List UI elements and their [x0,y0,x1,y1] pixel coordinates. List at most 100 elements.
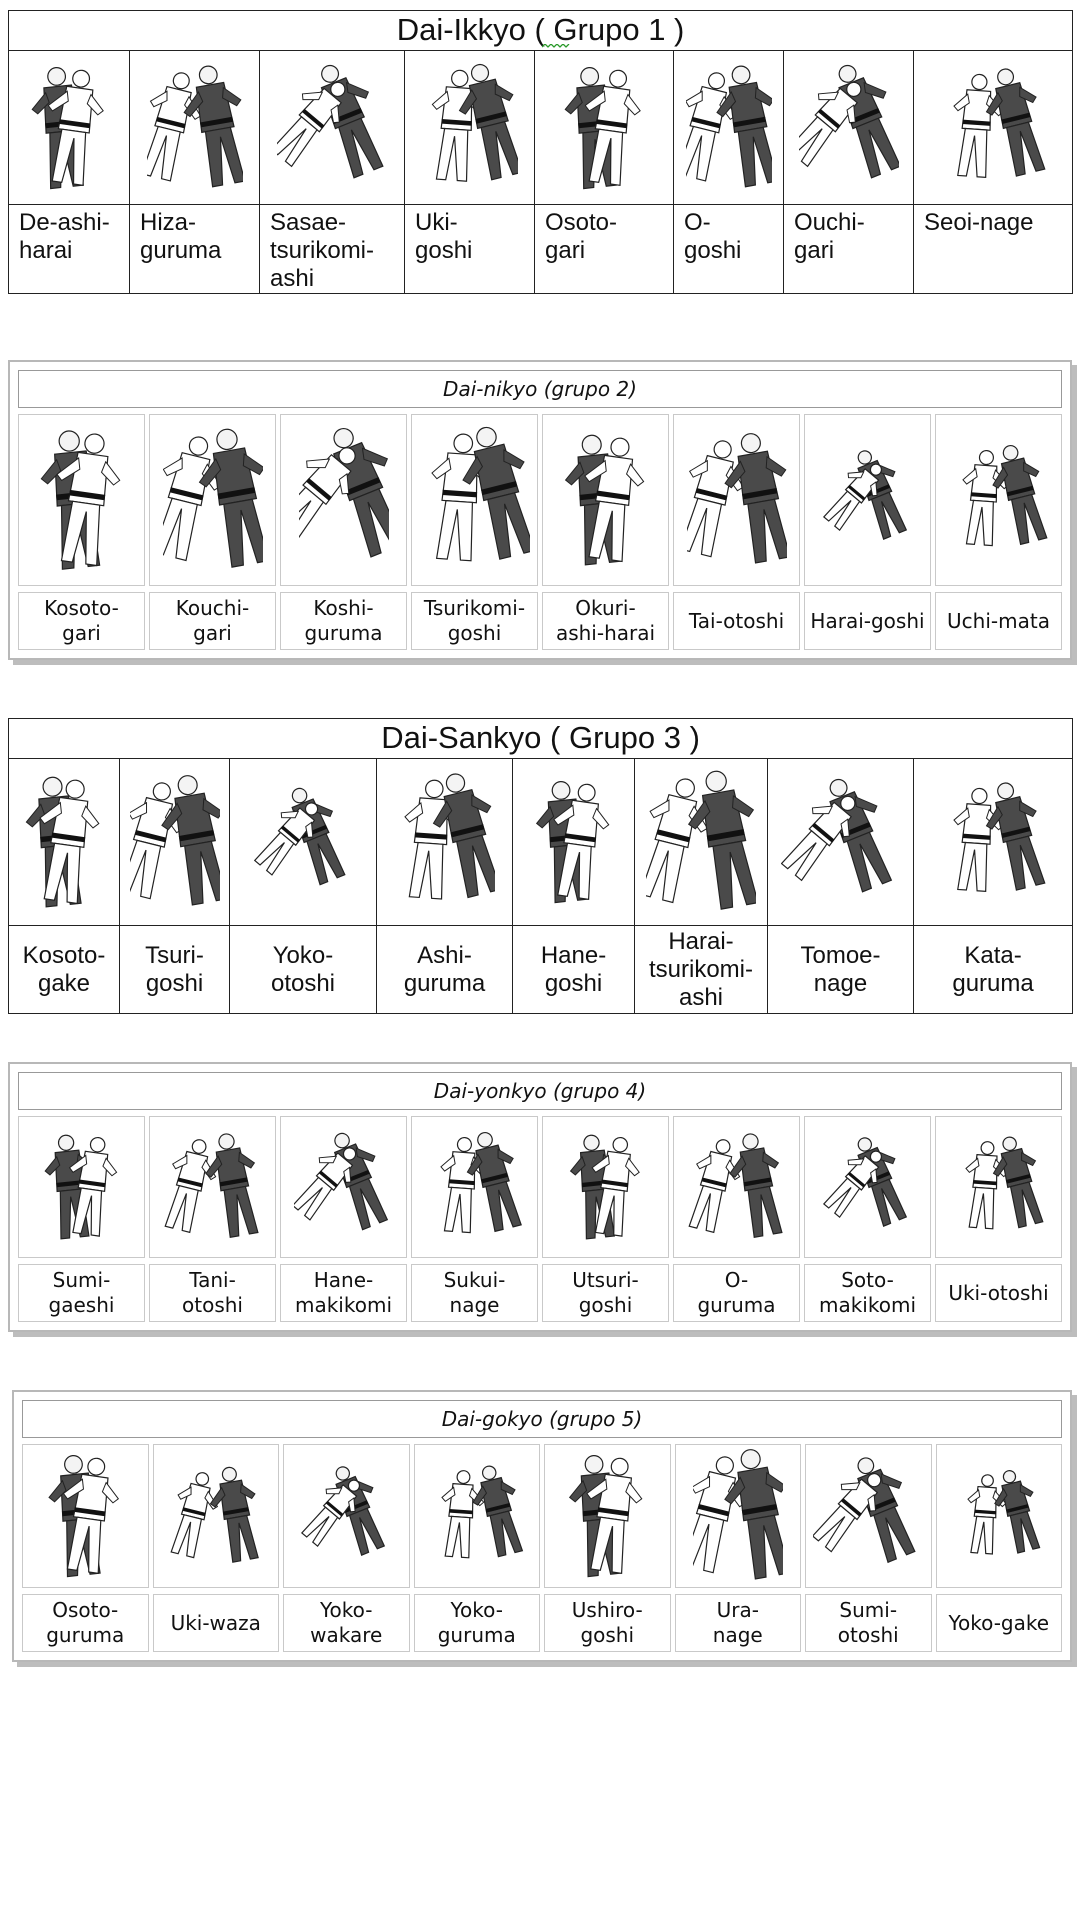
judo-throw-illustration-icon [170,1466,259,1563]
technique-image [376,758,513,926]
group-2-panel: Dai-nikyo (grupo 2) Kosoto- gari Kouchi-… [8,360,1072,660]
judo-throw-illustration-icon [535,781,609,904]
judo-throw-illustration-icon [129,775,220,906]
technique-image [783,50,914,205]
technique-label: Seoi-nage [912,204,1074,294]
technique-label: Kouchi- gari [149,592,276,650]
group-2-cells: Kosoto- gari Kouchi- gari Koshi- guruma … [18,414,1062,650]
technique-label: Hane- makikomi [280,1264,407,1322]
group-1-title: Dai-Ikkyo ( Grupo 1 ) [7,10,1074,51]
technique-label: Yoko-guruma [413,1594,540,1652]
technique-label: Yoko-gake [935,1594,1062,1652]
technique-image [8,50,130,205]
technique-image [805,1444,932,1588]
technique-image [673,414,800,586]
technique-image [935,1444,1062,1588]
technique-label: Okuri- ashi-harai [542,592,669,650]
technique-image [512,758,635,926]
group-5-panel: Dai-gokyo (grupo 5) Osoto- guruma Uki-wa… [12,1390,1072,1662]
technique-label: Utsuri- goshi [542,1264,669,1322]
technique-image [935,414,1062,586]
technique-label: Osoto- gari [534,204,674,294]
group-1-label-row: De-ashi- harai Hiza- guruma Sasae- tsuri… [8,204,1074,294]
group-4-title: Dai-yonkyo (grupo 4) [18,1072,1062,1110]
group-4-cells: Sumi- gaeshi Tani- otoshi Hane- makikomi… [18,1116,1062,1322]
technique-image [229,758,377,926]
technique-image [912,758,1074,926]
technique-image [673,50,784,205]
technique-image [404,50,535,205]
technique-image [8,758,120,926]
group-3-title: Dai-Sankyo ( Grupo 3 ) [7,718,1074,759]
judo-throw-illustration-icon [964,1136,1044,1230]
technique-label: Soto- makikomi [804,1264,931,1322]
technique-image [767,758,914,926]
judo-throw-illustration-icon [31,66,104,189]
group-2-title: Dai-nikyo (grupo 2) [18,370,1062,408]
technique-image [119,758,230,926]
technique-label: Yoko- otoshi [229,925,377,1014]
technique-image [542,1116,669,1258]
judo-throw-illustration-icon [780,778,892,893]
technique-label: Uki-waza [152,1594,279,1652]
judo-throw-illustration-icon [953,782,1046,893]
technique-image [935,1116,1062,1258]
technique-label: Tani- otoshi [149,1264,276,1322]
technique-label: O- goshi [673,204,784,294]
technique-image [283,1444,410,1588]
technique-image [634,758,768,926]
group-3-image-row [8,758,1074,926]
technique-label: Sasae- tsurikomi- ashi [259,204,405,294]
technique-label: Ouchi- gari [783,204,914,294]
judo-throw-illustration-icon [967,1470,1041,1555]
technique-label: Kata- guruma [912,925,1074,1014]
technique-label: Uki- goshi [404,204,535,294]
technique-image [912,50,1074,205]
judo-throw-illustration-icon [798,64,899,179]
judo-throw-illustration-icon [822,1137,907,1227]
judo-throw-illustration-icon [431,63,518,182]
technique-image [22,1444,149,1588]
judo-throw-illustration-icon [162,428,263,568]
technique-image [804,414,931,586]
judo-throw-illustration-icon [953,67,1046,178]
technique-label: Hiza- guruma [129,204,260,294]
judo-throw-illustration-icon [430,426,530,562]
judo-throw-illustration-icon [564,434,644,566]
judo-throw-illustration-icon [686,433,787,564]
technique-label: Ushiro- goshi [544,1594,671,1652]
group-4-panel: Dai-yonkyo (grupo 4) Sumi- gaeshi Tani- … [8,1062,1072,1332]
technique-image [674,1444,801,1588]
judo-throw-illustration-icon [822,450,907,540]
technique-image [544,1444,671,1588]
judo-throw-illustration-icon [569,1134,640,1240]
technique-label: Tsuri- goshi [119,925,230,1014]
technique-label: Yoko- wakare [283,1594,410,1652]
technique-image [18,1116,145,1258]
spellcheck-squiggle [542,44,570,48]
technique-label: Uchi-mata [935,592,1062,650]
technique-label: De-ashi- harai [8,204,130,294]
technique-image [280,414,407,586]
technique-image [411,1116,538,1258]
group-1-grid: Dai-Ikkyo ( Grupo 1 ) De-ashi- harai Hiz… [7,10,1074,294]
group-3-grid: Dai-Sankyo ( Grupo 3 ) Kosoto- gake Tsur… [7,718,1074,1014]
judo-throw-illustration-icon [961,444,1048,547]
group-5-title: Dai-gokyo (grupo 5) [22,1400,1062,1438]
judo-throw-illustration-icon [646,770,756,910]
judo-throw-illustration-icon [687,1133,783,1239]
group-1-image-row [8,50,1074,205]
group-5-cells: Osoto- guruma Uki-waza Yoko- wakare Yoko… [22,1444,1062,1652]
technique-image [280,1116,407,1258]
judo-throw-illustration-icon [403,773,495,900]
judo-throw-illustration-icon [441,1465,523,1559]
judo-throw-illustration-icon [813,1457,916,1564]
technique-label: Tai-otoshi [673,592,800,650]
technique-image [149,414,276,586]
technique-image [413,1444,540,1588]
technique-label: Kosoto- gari [18,592,145,650]
judo-throw-illustration-icon [293,1132,388,1231]
technique-label: Uki-otoshi [935,1264,1062,1322]
technique-label: Sumi- gaeshi [18,1264,145,1322]
judo-throw-illustration-icon [40,430,120,570]
